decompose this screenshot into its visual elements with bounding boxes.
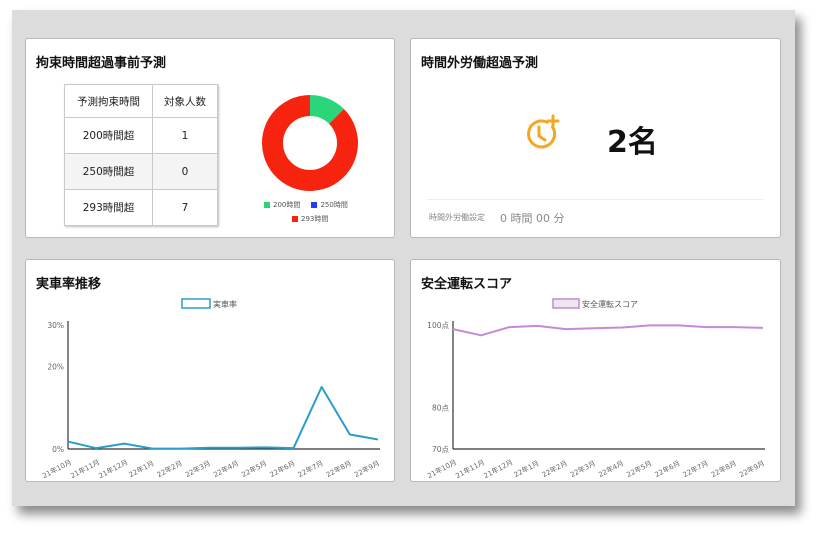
x-tick-label: 22年1月 xyxy=(127,458,155,479)
legend-swatch xyxy=(552,298,580,309)
row-count: 0 xyxy=(152,153,218,190)
row-label: 200時間超 xyxy=(64,117,153,154)
overtime-setting-label: 時間外労働設定 xyxy=(429,213,485,222)
utilization-line-chart: 実車率 0% 20% 30% 21年10月21年11月21年12月22年1月 22年2月… xyxy=(41,298,381,480)
safety-score-card: 安全運転スコア 安全運転スコア 70点 80点 100点 21年10月 21年11月 21… xyxy=(410,259,781,482)
legend-label: 実車率 xyxy=(213,299,237,309)
x-tick-label: 22年9月 xyxy=(738,458,766,479)
data-point[interactable] xyxy=(704,325,709,330)
y-tick-label: 80点 xyxy=(432,404,450,413)
column-header: 対象人数 xyxy=(152,84,218,118)
y-tick-label: 0% xyxy=(52,445,64,454)
y-tick-label: 70点 xyxy=(432,445,450,454)
dashboard-frame: 拘束時間超過事前予測 予測拘束時間 対象人数 200時間超 1 250時間超 0 xyxy=(12,10,795,506)
donut-chart xyxy=(262,95,358,191)
data-point[interactable] xyxy=(319,385,324,390)
overrun-prediction-card: 拘束時間超過事前予測 予測拘束時間 対象人数 200時間超 1 250時間超 0 xyxy=(25,38,395,238)
y-tick-label: 100点 xyxy=(427,321,449,330)
x-tick-label: 22年5月 xyxy=(625,458,653,479)
data-point[interactable] xyxy=(648,323,653,328)
data-point[interactable] xyxy=(507,325,512,330)
legend-label: 安全運転スコア xyxy=(582,299,638,309)
data-point[interactable] xyxy=(235,445,240,450)
x-tick-label: 22年4月 xyxy=(212,458,240,479)
x-tick-label: 22年5月 xyxy=(240,458,268,479)
series-line xyxy=(67,386,379,450)
data-point[interactable] xyxy=(479,333,484,338)
data-point[interactable] xyxy=(66,439,71,444)
row-count: 7 xyxy=(152,189,218,226)
x-tick-label: 22年7月 xyxy=(681,458,709,479)
card-title: 拘束時間超過事前予測 xyxy=(36,56,167,71)
data-point[interactable] xyxy=(732,325,737,330)
series-line xyxy=(452,324,764,337)
legend-swatch xyxy=(264,202,270,208)
data-point[interactable] xyxy=(451,327,456,332)
x-tick-label: 22年3月 xyxy=(569,458,597,479)
data-point[interactable] xyxy=(591,326,596,331)
prediction-table: 予測拘束時間 対象人数 200時間超 1 250時間超 0 293時間超 7 xyxy=(64,84,218,226)
row-label: 293時間超 xyxy=(64,189,153,226)
donut-legend: 293時間 xyxy=(292,207,328,226)
table-row: 293時間超 7 xyxy=(64,189,218,226)
x-tick-label: 22年8月 xyxy=(324,458,352,479)
x-tick-label: 22年8月 xyxy=(709,458,737,479)
utilization-trend-card: 実車率推移 実車率 0% 20% 30% 21年10月 21年11月 21年12月 22年1… xyxy=(25,259,395,482)
x-tick-label: 22年6月 xyxy=(653,458,681,479)
legend-swatch xyxy=(292,216,298,222)
row-count: 1 xyxy=(152,117,218,154)
x-tick-label: 21年10月 xyxy=(426,457,458,480)
data-point[interactable] xyxy=(376,437,381,442)
x-tick-label: 21年11月 xyxy=(454,457,486,480)
card-title: 時間外労働超過予測 xyxy=(421,56,539,71)
data-point[interactable] xyxy=(761,325,766,330)
table-row: 200時間超 1 xyxy=(64,117,218,154)
data-point[interactable] xyxy=(150,446,155,451)
x-tick-label: 22年4月 xyxy=(597,458,625,479)
x-tick-label: 21年12月 xyxy=(482,457,514,480)
y-tick-label: 30% xyxy=(47,321,64,330)
legend-swatch xyxy=(181,298,211,309)
x-tick-label: 22年3月 xyxy=(184,458,212,479)
x-tick-label: 22年2月 xyxy=(540,458,568,479)
x-tick-label: 22年1月 xyxy=(512,458,540,479)
x-tick-label: 22年7月 xyxy=(296,458,324,479)
column-header: 予測拘束時間 xyxy=(64,84,153,118)
data-point[interactable] xyxy=(263,445,268,450)
x-tick-label: 21年11月 xyxy=(69,457,101,480)
overtime-prediction-card: 時間外労働超過予測 2名 時間外労働設定 0 時間 00 分 xyxy=(410,38,781,238)
data-point[interactable] xyxy=(676,323,681,328)
data-point[interactable] xyxy=(206,445,211,450)
y-tick-label: 20% xyxy=(47,362,64,371)
data-point[interactable] xyxy=(178,446,183,451)
data-point[interactable] xyxy=(535,323,540,328)
data-point[interactable] xyxy=(291,446,296,451)
legend-item[interactable]: 293時間 xyxy=(292,214,328,224)
data-point[interactable] xyxy=(122,441,127,446)
legend-label: 293時間 xyxy=(301,215,329,223)
overtime-count: 2名 xyxy=(607,125,658,160)
overtime-setting-value: 0 時間 00 分 xyxy=(500,212,565,225)
x-tick-label: 22年2月 xyxy=(155,458,183,479)
table-row: 250時間超 0 xyxy=(64,153,218,190)
x-tick-label: 21年12月 xyxy=(97,457,129,480)
clock-plus-icon xyxy=(527,114,560,149)
safety-score-line-chart: 安全運転スコア 70点 80点 100点 21年10月21年11月21年12月22年1… xyxy=(426,298,766,480)
pie-slice[interactable] xyxy=(262,95,358,191)
x-tick-label: 22年9月 xyxy=(353,458,381,479)
x-tick-label: 21年10月 xyxy=(41,457,73,480)
data-point[interactable] xyxy=(347,432,352,437)
data-point[interactable] xyxy=(563,327,568,332)
row-label: 250時間超 xyxy=(64,153,153,190)
data-point[interactable] xyxy=(620,325,625,330)
divider xyxy=(427,199,764,200)
x-tick-label: 22年6月 xyxy=(268,458,296,479)
data-point[interactable] xyxy=(94,446,99,451)
